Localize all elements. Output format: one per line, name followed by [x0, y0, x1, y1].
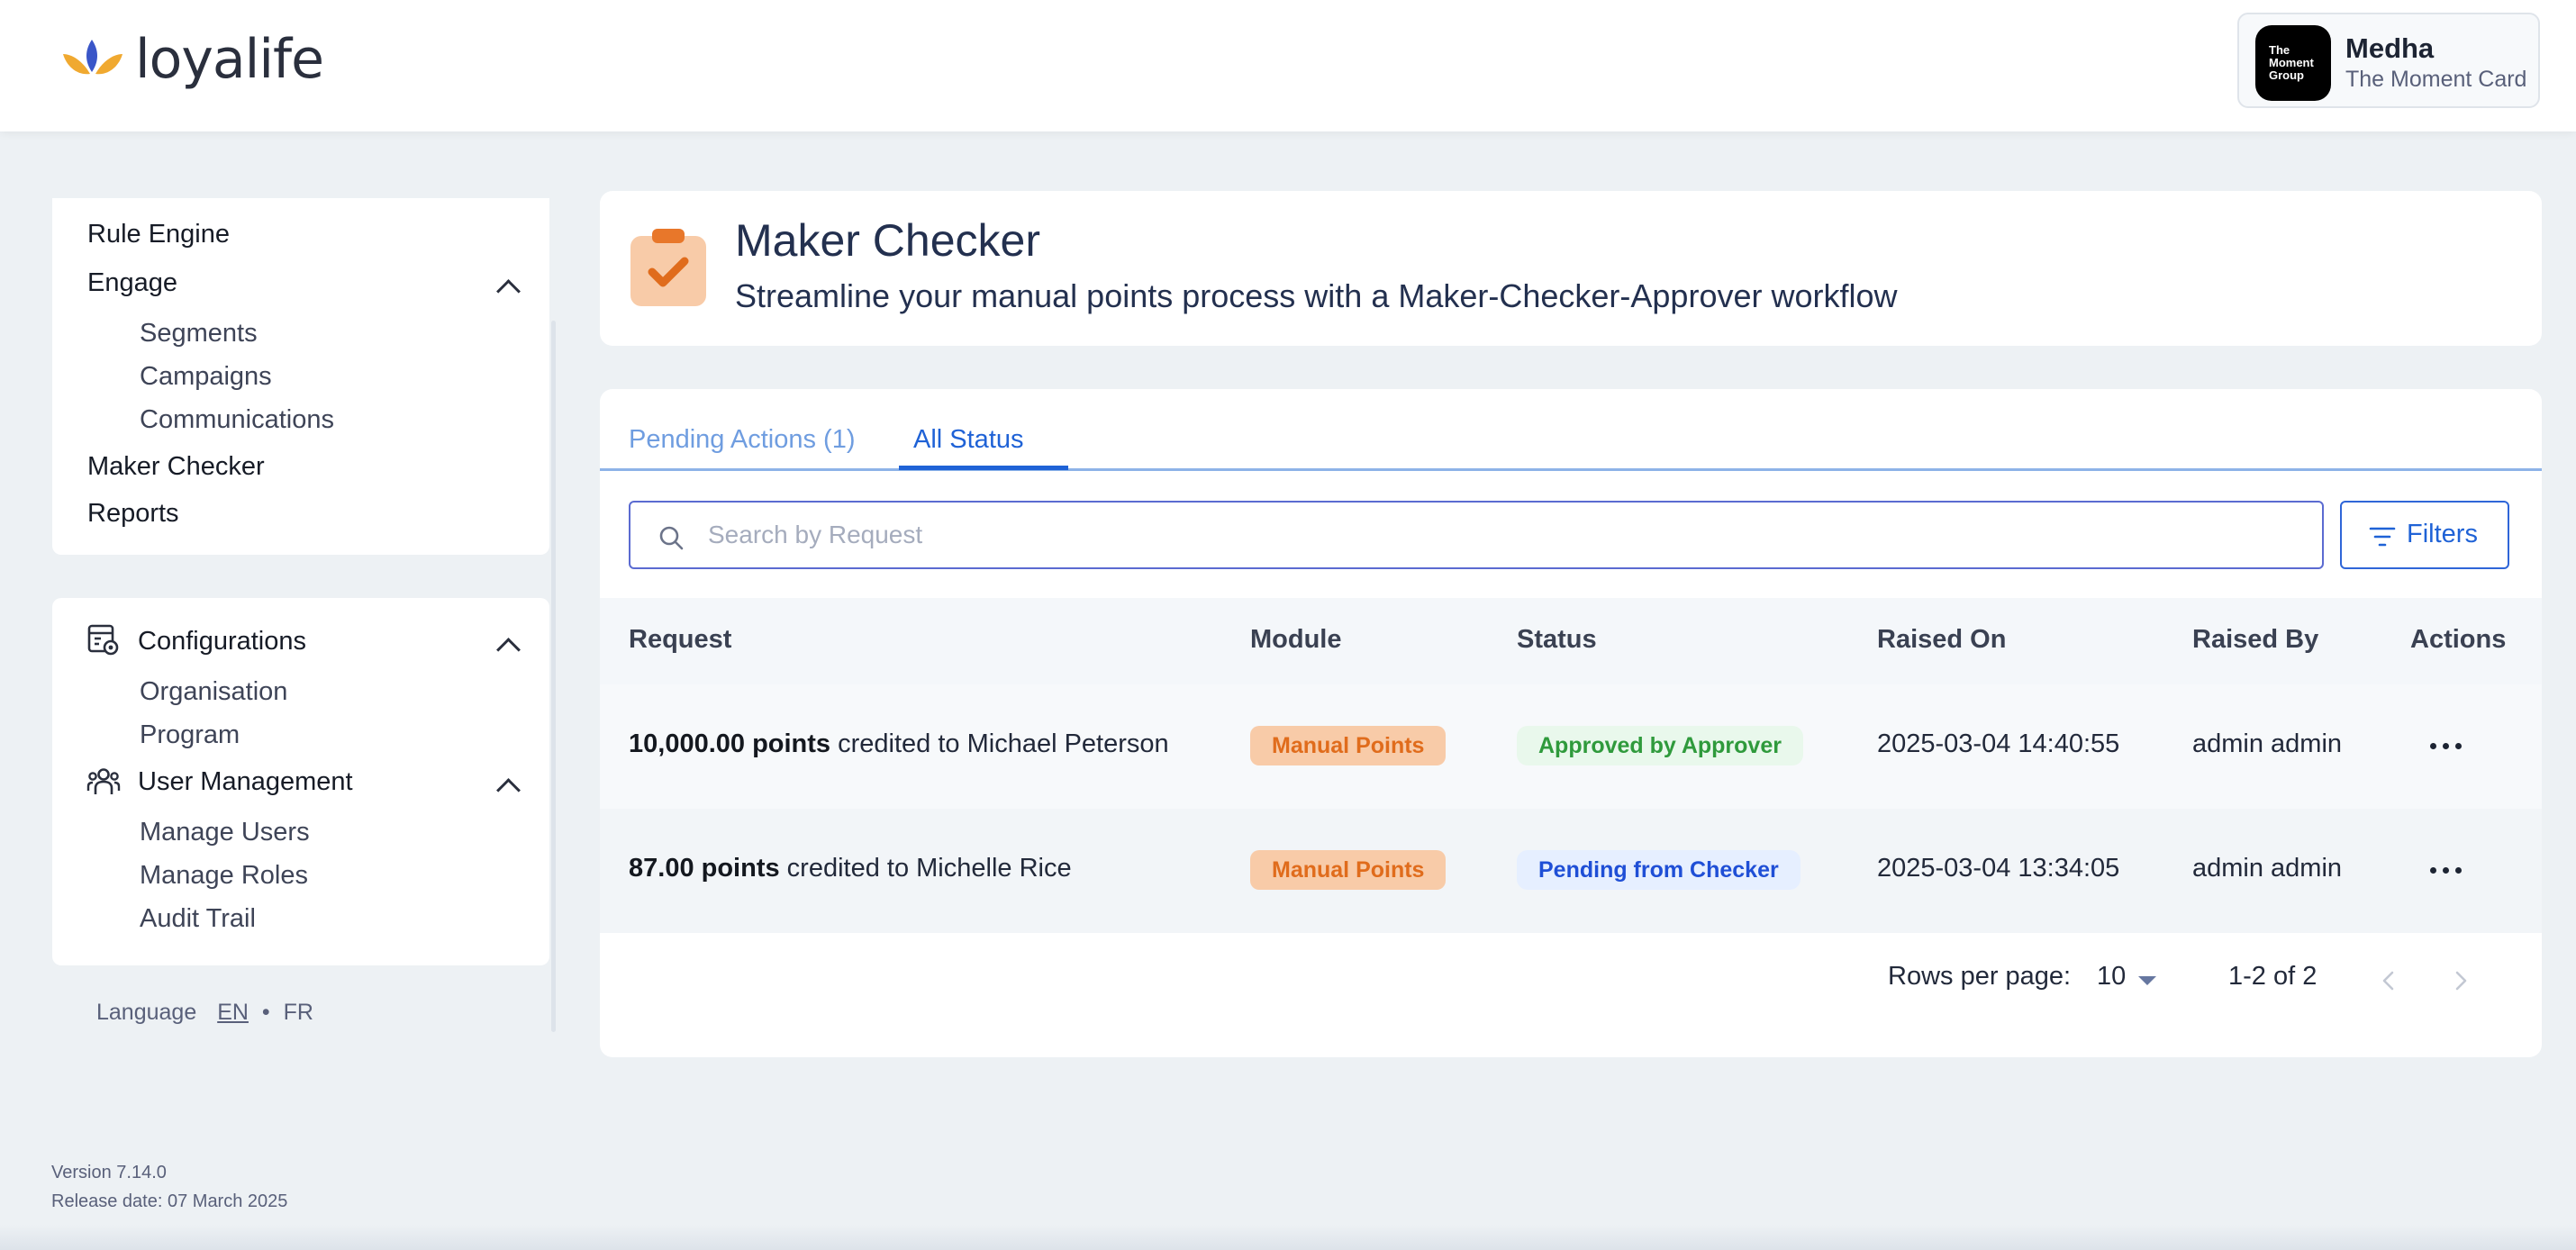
column-header-request[interactable]: Request [629, 625, 731, 655]
column-header-module[interactable]: Module [1250, 625, 1342, 655]
sidebar-item-audit-trail[interactable]: Audit Trail [140, 904, 256, 934]
request-description: credited to Michelle Rice [779, 854, 1072, 883]
column-header-actions: Actions [2410, 625, 2507, 654]
module-badge: Manual Points [1250, 726, 1447, 765]
raised-by-cell: admin admin [2192, 729, 2343, 758]
sidebar-item-maker-checker[interactable]: Maker Checker [87, 452, 265, 482]
table-header: Request Module Status Raised On Raised B… [600, 598, 2542, 684]
language-label: Language [96, 1000, 197, 1025]
search-icon [659, 526, 684, 550]
user-management-icon [86, 768, 121, 794]
sidebar-item-manage-users[interactable]: Manage Users [140, 818, 310, 847]
status-badge: Approved by Approver [1517, 726, 1803, 765]
sidebar-item-reports[interactable]: Reports [87, 499, 179, 529]
tabs-divider [600, 468, 2542, 471]
raised-on-cell: 2025-03-04 13:34:05 [1877, 854, 2120, 883]
page-header-card: Maker Checker Streamline your manual poi… [600, 191, 2542, 346]
column-header-raised-on[interactable]: Raised On [1877, 625, 2006, 655]
rows-per-page-select[interactable]: 10 [2097, 962, 2126, 992]
request-cell: 87.00 points credited to Michelle Rice [629, 854, 1072, 883]
request-cell: 10,000.00 points credited to Michael Pet… [629, 729, 1169, 759]
tab-pending-actions[interactable]: Pending Actions (1) [629, 425, 855, 455]
language-en-link[interactable]: EN [217, 1000, 249, 1025]
sidebar-item-program[interactable]: Program [140, 720, 240, 750]
maker-checker-clipboard-icon [630, 229, 706, 306]
column-header-status[interactable]: Status [1517, 625, 1597, 655]
pagination-range: 1-2 of 2 [2228, 962, 2317, 991]
more-horizontal-icon[interactable] [2428, 728, 2464, 764]
sidebar-item-communications[interactable]: Communications [140, 405, 334, 435]
language-switcher: Language EN • FR [96, 1000, 313, 1026]
brand-logo[interactable]: loyalife [59, 28, 324, 91]
filter-icon [2369, 527, 2396, 547]
page-bottom-edge [0, 1225, 2576, 1250]
user-name: Medha [2345, 32, 2435, 64]
caret-down-icon[interactable] [2138, 976, 2156, 985]
sidebar-scrollbar[interactable] [551, 321, 556, 1032]
sidebar-item-engage[interactable]: Engage [87, 268, 177, 298]
tab-all-status[interactable]: All Status [913, 425, 1024, 455]
sidebar-item-manage-roles[interactable]: Manage Roles [140, 861, 308, 891]
user-organisation: The Moment Card [2345, 67, 2527, 92]
language-separator: • [261, 1000, 270, 1025]
search-input[interactable]: Search by Request [629, 501, 2324, 569]
raised-on-cell: 2025-03-04 14:40:55 [1877, 729, 2120, 758]
module-badge: Manual Points [1250, 850, 1447, 890]
search-placeholder: Search by Request [708, 521, 923, 548]
sidebar-item-configurations[interactable]: Configurations [138, 627, 306, 657]
table-row[interactable]: 87.00 points credited to Michelle Rice M… [600, 809, 2542, 933]
chevron-left-icon[interactable] [2376, 967, 2401, 994]
version-info: Version 7.14.0 Release date: 07 March 20… [51, 1158, 287, 1216]
table-row[interactable]: 10,000.00 points credited to Michael Pet… [600, 684, 2542, 809]
raised-by-cell: admin admin [2192, 854, 2343, 883]
page-subtitle: Streamline your manual points process wi… [735, 277, 1898, 314]
brand-name: loyalife [135, 28, 324, 91]
sidebar-item-organisation[interactable]: Organisation [140, 677, 287, 707]
request-description: credited to Michael Peterson [830, 729, 1169, 758]
more-horizontal-icon[interactable] [2428, 852, 2464, 888]
sidebar-item-segments[interactable]: Segments [140, 319, 258, 349]
filters-button[interactable]: Filters [2340, 501, 2509, 569]
requests-card: Pending Actions (1) All Status Search by… [600, 389, 2542, 1057]
column-header-raised-by[interactable]: Raised By [2192, 625, 2318, 655]
user-profile-card[interactable]: The Moment Group Medha The Moment Card [2237, 13, 2540, 108]
version-number: Version 7.14.0 [51, 1163, 167, 1182]
chevron-right-icon[interactable] [2448, 967, 2473, 994]
language-fr-link[interactable]: FR [284, 1000, 313, 1025]
configurations-icon [87, 624, 119, 656]
sidebar-item-campaigns[interactable]: Campaigns [140, 362, 272, 392]
filters-label: Filters [2407, 520, 2478, 548]
sidebar-item-user-management[interactable]: User Management [138, 767, 353, 797]
page-title: Maker Checker [735, 215, 1040, 266]
request-points: 87.00 points [629, 854, 780, 883]
request-points: 10,000.00 points [629, 729, 831, 758]
sidebar-item-rule-engine[interactable]: Rule Engine [87, 220, 230, 249]
avatar-text: The Moment Group [2269, 43, 2314, 82]
avatar: The Moment Group [2255, 25, 2331, 101]
status-badge: Pending from Checker [1517, 850, 1800, 890]
active-tab-indicator [899, 466, 1068, 470]
rows-per-page-label: Rows per page: [1888, 962, 2072, 991]
top-header: loyalife The Moment Group Medha The Mome… [0, 0, 2576, 131]
release-date: Release date: 07 March 2025 [51, 1191, 288, 1211]
loyalife-logo-icon [63, 40, 122, 75]
